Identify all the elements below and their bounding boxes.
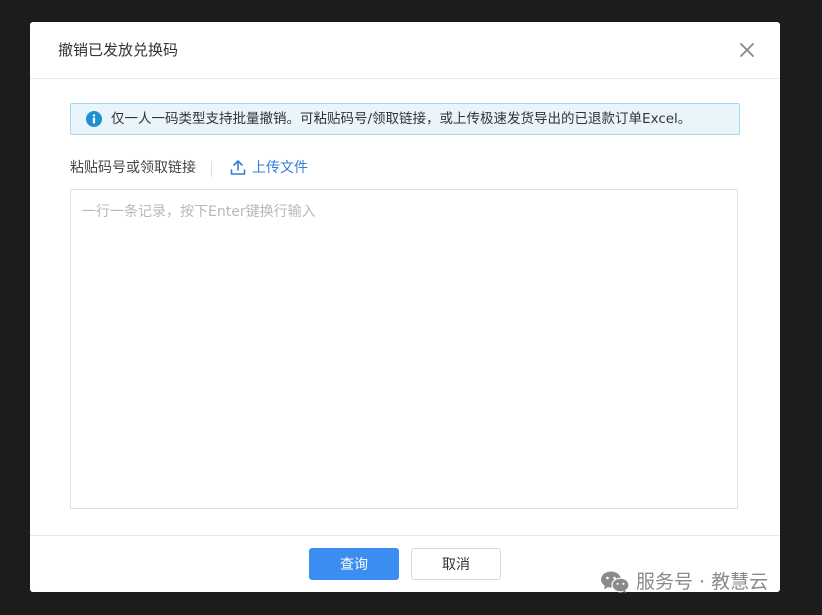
codes-textarea[interactable] — [70, 189, 738, 509]
query-button[interactable]: 查询 — [309, 548, 399, 580]
close-icon — [740, 43, 754, 57]
info-text: 仅一人一码类型支持批量撤销。可粘贴码号/领取链接，或上传极速发货导出的已退款订单… — [111, 111, 692, 127]
info-banner: 仅一人一码类型支持批量撤销。可粘贴码号/领取链接，或上传极速发货导出的已退款订单… — [70, 103, 740, 135]
label-divider — [211, 161, 212, 177]
upload-icon — [230, 160, 246, 175]
info-icon — [86, 111, 102, 127]
dialog-title: 撤销已发放兑换码 — [58, 41, 179, 59]
dialog-header: 撤销已发放兑换码 — [30, 22, 780, 79]
close-button[interactable] — [736, 39, 758, 61]
revoke-codes-dialog: 撤销已发放兑换码 仅一人一码类型支持批量撤销。可粘贴码号/领取链接，或上传极速发… — [30, 22, 780, 592]
upload-file-label: 上传文件 — [252, 160, 308, 176]
watermark-text: 服务号 · 教慧云 — [636, 571, 769, 593]
paste-codes-label: 粘贴码号或领取链接 — [70, 160, 196, 176]
cancel-button[interactable]: 取消 — [411, 548, 501, 580]
wechat-icon — [601, 571, 630, 594]
